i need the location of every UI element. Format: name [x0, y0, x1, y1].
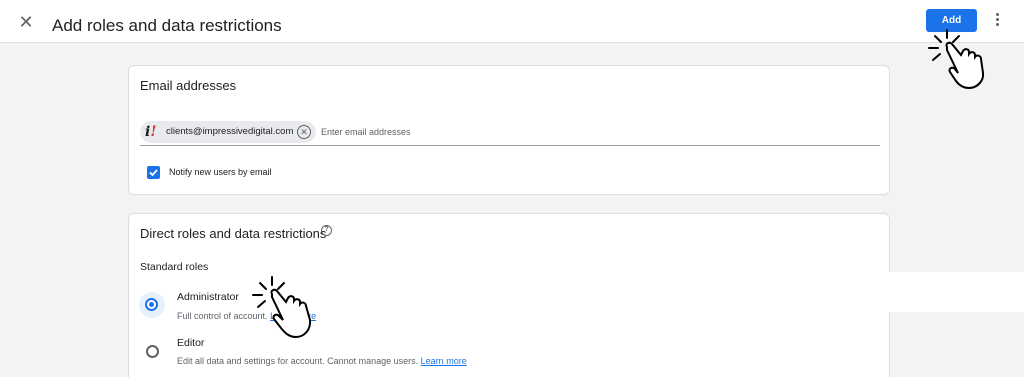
role-editor-desc-text: Edit all data and settings for account. …	[177, 356, 419, 366]
help-circle-icon[interactable]: ?	[321, 225, 332, 236]
radio-editor[interactable]	[146, 345, 159, 358]
pointing-hand-icon	[928, 29, 985, 90]
close-icon[interactable]: ✕	[16, 12, 36, 32]
email-chip[interactable]: i! clients@impressivedigital.com ✕	[140, 121, 316, 143]
top-bar: ✕ Add roles and data restrictions Add	[0, 0, 1024, 43]
email-input[interactable]	[321, 123, 701, 141]
roles-card-title: Direct roles and data restrictions	[140, 226, 327, 241]
cancel-circle-icon[interactable]: ✕	[297, 125, 311, 139]
notify-label: Notify new users by email	[169, 167, 272, 177]
page-title: Add roles and data restrictions	[52, 16, 282, 35]
learn-more-link-editor[interactable]: Learn more	[421, 356, 467, 366]
pointing-hand-icon	[252, 276, 312, 339]
radio-administrator-halo[interactable]	[139, 292, 165, 318]
check-icon	[149, 169, 158, 177]
background-panel	[792, 272, 1024, 312]
role-administrator-name: Administrator	[177, 291, 239, 303]
impressive-digital-logo: i!	[145, 124, 157, 140]
radio-administrator[interactable]	[145, 298, 158, 311]
roles-card: Direct roles and data restrictions ? Sta…	[128, 213, 890, 377]
email-chip-text: clients@impressivedigital.com	[166, 126, 294, 137]
email-card-title: Email addresses	[140, 78, 237, 93]
standard-roles-heading: Standard roles	[140, 261, 209, 273]
role-editor-name: Editor	[177, 337, 205, 349]
notify-checkbox[interactable]	[147, 166, 160, 179]
email-addresses-card: Email addresses i! clients@impressivedig…	[128, 65, 890, 195]
role-editor-description: Edit all data and settings for account. …	[177, 356, 467, 366]
email-field[interactable]: i! clients@impressivedigital.com ✕	[140, 118, 880, 146]
